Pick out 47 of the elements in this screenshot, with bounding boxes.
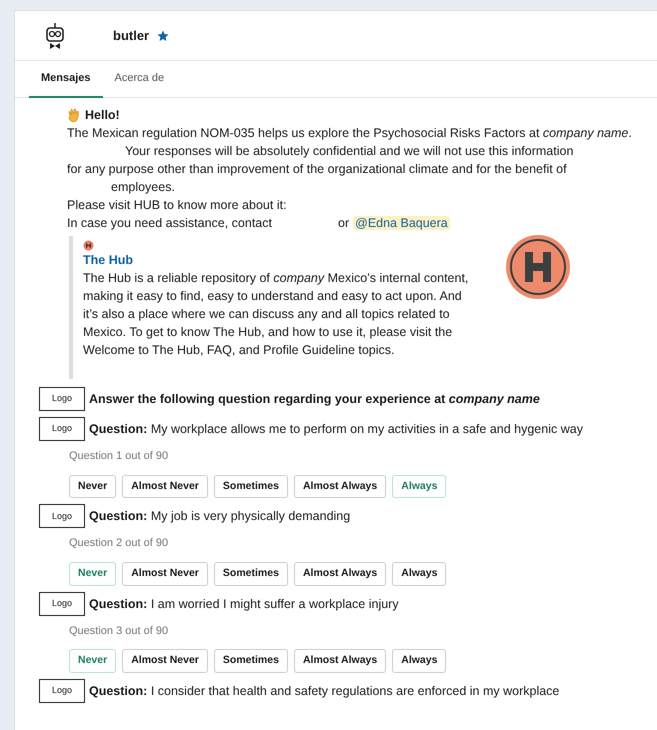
question-text: Answer the following question regarding your experience at company name xyxy=(89,391,541,408)
answer-button[interactable]: Sometimes xyxy=(214,649,288,673)
question-text: Question: I am worried I might suffer a workplace injury xyxy=(89,596,400,612)
message-text: Your responses will be absolutely confidential and we will not use this information xyxy=(125,144,574,158)
answer-button[interactable]: Sometimes xyxy=(214,474,288,498)
robot-icon xyxy=(45,22,65,48)
answer-button[interactable]: Almost Always xyxy=(294,649,386,673)
waving-hand-icon xyxy=(67,108,81,122)
mention-link[interactable]: @Edna Baquera xyxy=(353,216,450,230)
logo-frame: Logo xyxy=(39,417,85,441)
answer-button[interactable]: Never xyxy=(69,562,116,586)
answer-button[interactable]: Always xyxy=(392,562,446,586)
message-text: employees. xyxy=(111,180,175,194)
star-icon[interactable] xyxy=(157,30,170,42)
answer-button[interactable]: Never xyxy=(69,474,116,498)
answer-button[interactable]: Always xyxy=(392,649,446,673)
question-text: Question: My job is very physically demanding xyxy=(89,508,352,526)
question-counter: Question 2 out of 90 xyxy=(68,536,170,552)
attachment-title[interactable]: The Hub xyxy=(83,251,475,269)
answer-button[interactable]: Almost Always xyxy=(294,562,386,586)
tab[interactable]: Mensajes xyxy=(29,61,103,98)
answer-button[interactable]: Almost Never xyxy=(122,649,208,673)
answer-button[interactable]: Almost Never xyxy=(122,474,208,498)
answer-button[interactable]: Sometimes xyxy=(214,562,288,586)
bot-name: butler xyxy=(113,26,150,45)
answer-button[interactable]: Always xyxy=(392,474,446,498)
message-text: Please visit HUB to know more about it: xyxy=(67,198,287,212)
tab[interactable]: Acerca de xyxy=(102,61,176,98)
hub-logo-icon xyxy=(505,234,571,300)
logo-frame: Logo xyxy=(39,387,85,411)
question-counter: Question 1 out of 90 xyxy=(68,449,170,464)
question-counter: Question 3 out of 90 xyxy=(68,624,170,638)
logo-frame: Logo xyxy=(39,504,85,528)
question-text: Question: My workplace allows me to perform on my activities in a safe and hygenic way xyxy=(89,421,584,438)
message-text: for any purpose other than improvement of the organizational climate and for the benefit of xyxy=(67,162,567,176)
question-text: Question: I consider that health and safety regulations are enforced in my workplace xyxy=(89,682,560,700)
logo-frame: Logo xyxy=(39,678,85,703)
message-text: The Mexican regulation NOM-035 helps us explore the Psychosocial Risks Factors at company name. xyxy=(67,126,632,140)
answer-button[interactable]: Almost Always xyxy=(294,474,386,498)
hub-icon xyxy=(83,240,94,251)
message-text: or xyxy=(338,216,350,230)
attachment-text: The Hub is a reliable repository of company Mexico’s internal content, making it easy to find, easy to understand and easy to act upon. And it’s also a place where we can discuss any and all topics related to Mexico. To get to know The Hub, and how to use it, please visit the Welcome to The Hub, FAQ, and Profile Guideline topics. xyxy=(83,270,470,359)
message-text: In case you need assistance, contact xyxy=(67,216,272,230)
greeting: Hello! xyxy=(85,107,120,124)
answer-button[interactable]: Never xyxy=(69,649,116,673)
answer-button[interactable]: Almost Never xyxy=(122,562,208,586)
logo-frame: Logo xyxy=(39,592,85,616)
